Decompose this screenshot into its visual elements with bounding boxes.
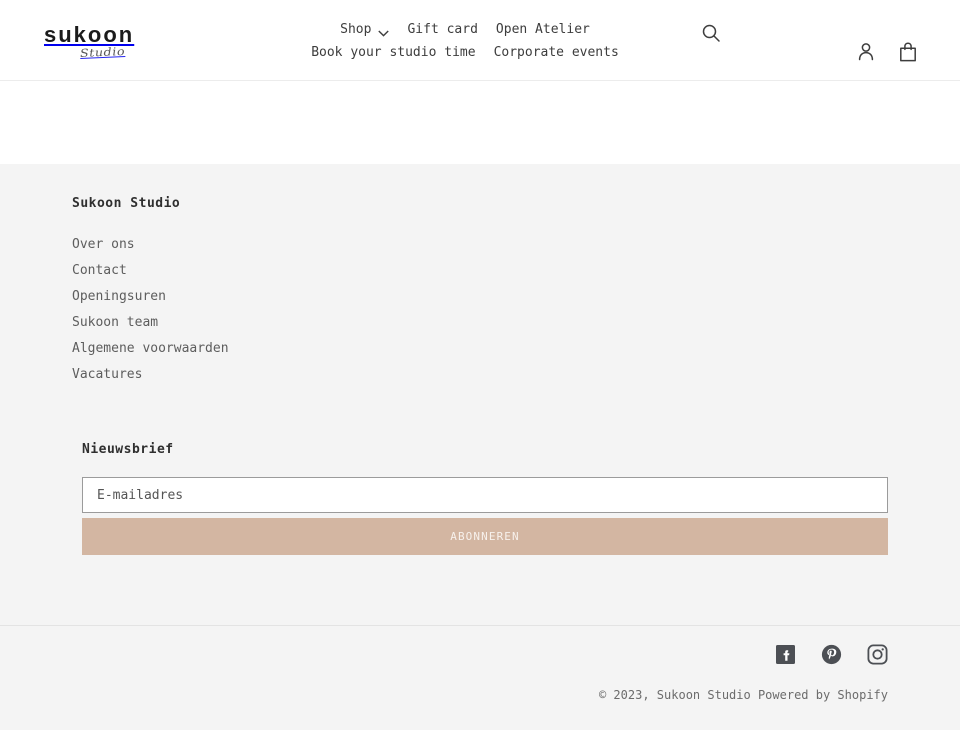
account-icon[interactable]: [856, 41, 876, 63]
nav-item-shop[interactable]: Shop: [331, 22, 398, 37]
site-header: sukoon Studio Shop Gift card Open Atelie…: [0, 0, 960, 81]
newsletter-heading: Nieuwsbrief: [82, 442, 174, 457]
chevron-down-icon: [378, 26, 390, 37]
nav-item-label: Shop: [340, 22, 372, 37]
list-item: Algemene voorwaarden: [72, 337, 888, 356]
footer-link-contact[interactable]: Contact: [72, 263, 127, 278]
nav-item-corporate-events[interactable]: Corporate events: [485, 45, 628, 60]
footer-link-list: Over ons Contact Openingsuren Sukoon tea…: [72, 233, 888, 382]
instagram-icon[interactable]: [867, 644, 888, 665]
footer-link-sukoon-team[interactable]: Sukoon team: [72, 315, 158, 330]
facebook-icon[interactable]: [775, 644, 796, 665]
newsletter-signup: Nieuwsbrief ABONNEREN: [82, 442, 888, 555]
footer-link-vacatures[interactable]: Vacatures: [72, 367, 142, 382]
nav-item-open-atelier[interactable]: Open Atelier: [487, 22, 599, 37]
copyright-shop-link[interactable]: Sukoon Studio: [657, 688, 751, 702]
footer-link-algemene-voorwaarden[interactable]: Algemene voorwaarden: [72, 341, 229, 356]
subscribe-button[interactable]: ABONNEREN: [82, 518, 888, 555]
footer-link-over-ons[interactable]: Over ons: [72, 237, 135, 252]
nav-item-book-your-studio-time[interactable]: Book your studio time: [302, 45, 484, 60]
footer-links-section: Sukoon Studio Over ons Contact Openingsu…: [0, 164, 960, 382]
list-item: Openingsuren: [72, 285, 888, 304]
list-item: Vacatures: [72, 363, 888, 382]
pinterest-icon[interactable]: [821, 644, 842, 665]
copyright-line: © 2023, Sukoon Studio Powered by Shopify: [599, 688, 888, 702]
powered-by-shopify-link[interactable]: Powered by Shopify: [758, 688, 888, 702]
list-item: Over ons: [72, 233, 888, 252]
page-content-area: [0, 81, 960, 164]
copyright-year: © 2023,: [598, 688, 650, 702]
social-links: [775, 644, 888, 665]
list-item: Sukoon team: [72, 311, 888, 330]
footer-heading: Sukoon Studio: [72, 196, 181, 211]
nav-row-secondary: Book your studio time Corporate events: [250, 41, 680, 64]
nav-row-primary: Shop Gift card Open Atelier: [250, 18, 680, 41]
cart-icon[interactable]: [898, 41, 918, 63]
site-footer: Sukoon Studio Over ons Contact Openingsu…: [0, 164, 960, 730]
search-icon[interactable]: [700, 22, 722, 44]
header-icon-group: [856, 41, 918, 63]
email-field[interactable]: [82, 477, 888, 513]
main-navigation: Shop Gift card Open Atelier Book your st…: [250, 18, 680, 64]
footer-link-openingsuren[interactable]: Openingsuren: [72, 289, 166, 304]
footer-divider: [0, 625, 960, 626]
nav-item-gift-card[interactable]: Gift card: [398, 22, 486, 37]
logo-wordmark: sukoon: [44, 22, 135, 47]
site-logo[interactable]: sukoon Studio: [44, 24, 164, 64]
list-item: Contact: [72, 259, 888, 278]
